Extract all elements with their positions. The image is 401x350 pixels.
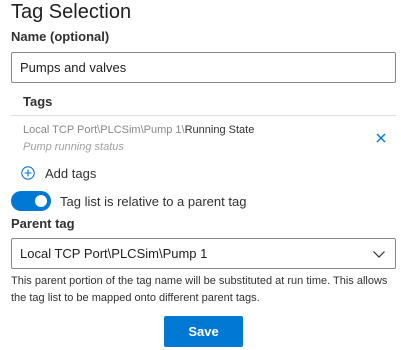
close-icon bbox=[376, 133, 386, 143]
parent-tag-dropdown[interactable]: Local TCP Port\PLCSim\Pump 1 bbox=[11, 238, 396, 269]
remove-tag-button[interactable] bbox=[374, 131, 388, 145]
toggle-knob bbox=[35, 195, 47, 207]
add-tags-button[interactable]: Add tags bbox=[21, 163, 96, 183]
relative-toggle-row: Tag list is relative to a parent tag bbox=[11, 191, 246, 211]
tags-list-header: Tags bbox=[11, 87, 396, 116]
name-input[interactable]: Pumps and valves bbox=[11, 52, 396, 83]
chevron-down-icon bbox=[373, 251, 385, 258]
tag-list-item: Local TCP Port\PLCSim\Pump 1\Running Sta… bbox=[11, 120, 396, 160]
relative-toggle-label: Tag list is relative to a parent tag bbox=[60, 193, 247, 209]
plus-circle-icon bbox=[21, 166, 35, 180]
name-field-label: Name (optional) bbox=[11, 29, 110, 44]
parent-tag-help-text: This parent portion of the tag name will… bbox=[11, 275, 388, 304]
save-button[interactable]: Save bbox=[164, 316, 243, 347]
relative-toggle[interactable] bbox=[11, 191, 51, 211]
add-tags-label: Add tags bbox=[45, 165, 97, 181]
tag-description: Pump running status bbox=[23, 141, 124, 153]
tag-selection-panel: Tag Selection Name (optional) Pumps and … bbox=[0, 0, 401, 350]
name-input-value: Pumps and valves bbox=[20, 60, 127, 75]
tag-path-prefix: Local TCP Port\PLCSim\Pump 1\ bbox=[23, 124, 185, 136]
tag-leaf-name: Running State bbox=[184, 124, 255, 136]
parent-tag-label: Parent tag bbox=[11, 216, 75, 231]
parent-tag-selected: Local TCP Port\PLCSim\Pump 1 bbox=[20, 246, 208, 261]
page-title: Tag Selection bbox=[11, 1, 132, 23]
tag-path: Local TCP Port\PLCSim\Pump 1\Running Sta… bbox=[23, 123, 254, 137]
